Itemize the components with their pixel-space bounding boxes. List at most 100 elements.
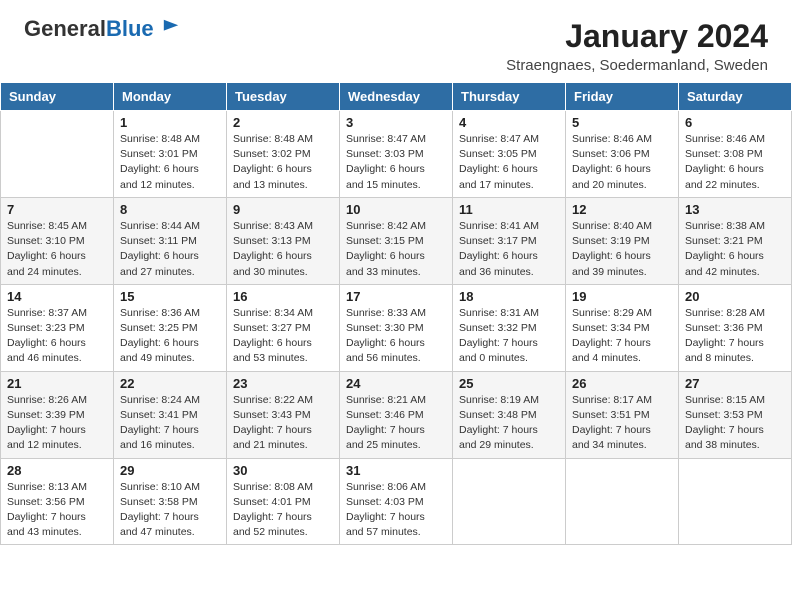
day-info: Sunrise: 8:41 AM Sunset: 3:17 PM Dayligh… bbox=[459, 219, 559, 280]
calendar-cell: 26 Sunrise: 8:17 AM Sunset: 3:51 PM Dayli… bbox=[566, 371, 679, 458]
day-info: Sunrise: 8:43 AM Sunset: 3:13 PM Dayligh… bbox=[233, 219, 333, 280]
day-info: Sunrise: 8:17 AM Sunset: 3:51 PM Dayligh… bbox=[572, 393, 672, 454]
calendar-cell: 15 Sunrise: 8:36 AM Sunset: 3:25 PM Dayli… bbox=[114, 284, 227, 371]
day-number: 12 bbox=[572, 202, 672, 217]
calendar-cell: 28 Sunrise: 8:13 AM Sunset: 3:56 PM Dayli… bbox=[1, 458, 114, 545]
calendar-cell: 23Sunrise: 8:22 AM Sunset: 3:43 PM Dayli… bbox=[227, 371, 340, 458]
calendar-cell: 6 Sunrise: 8:46 AM Sunset: 3:08 PM Daylig… bbox=[679, 111, 792, 198]
col-header-sunday: Sunday bbox=[1, 83, 114, 111]
day-number: 6 bbox=[685, 115, 785, 130]
calendar-cell: 18Sunrise: 8:31 AM Sunset: 3:32 PM Dayli… bbox=[453, 284, 566, 371]
week-row-2: 7 Sunrise: 8:45 AM Sunset: 3:10 PM Daylig… bbox=[1, 197, 792, 284]
day-number: 19 bbox=[572, 289, 672, 304]
day-info: Sunrise: 8:28 AM Sunset: 3:36 PM Dayligh… bbox=[685, 306, 785, 367]
day-info: Sunrise: 8:29 AM Sunset: 3:34 PM Dayligh… bbox=[572, 306, 672, 367]
calendar-header-row: SundayMondayTuesdayWednesdayThursdayFrid… bbox=[1, 83, 792, 111]
month-year-title: January 2024 bbox=[506, 18, 768, 55]
day-info: Sunrise: 8:38 AM Sunset: 3:21 PM Dayligh… bbox=[685, 219, 785, 280]
day-number: 16 bbox=[233, 289, 333, 304]
calendar-cell: 4Sunrise: 8:47 AM Sunset: 3:05 PM Daylig… bbox=[453, 111, 566, 198]
day-number: 29 bbox=[120, 463, 220, 478]
calendar-cell: 27Sunrise: 8:15 AM Sunset: 3:53 PM Dayli… bbox=[679, 371, 792, 458]
calendar-cell: 11 Sunrise: 8:41 AM Sunset: 3:17 PM Dayli… bbox=[453, 197, 566, 284]
day-info: Sunrise: 8:22 AM Sunset: 3:43 PM Dayligh… bbox=[233, 393, 333, 454]
day-number: 22 bbox=[120, 376, 220, 391]
calendar-cell: 19 Sunrise: 8:29 AM Sunset: 3:34 PM Dayli… bbox=[566, 284, 679, 371]
day-info: Sunrise: 8:19 AM Sunset: 3:48 PM Dayligh… bbox=[459, 393, 559, 454]
day-info: Sunrise: 8:08 AM Sunset: 4:01 PM Dayligh… bbox=[233, 480, 333, 541]
calendar-cell: 14 Sunrise: 8:37 AM Sunset: 3:23 PM Dayli… bbox=[1, 284, 114, 371]
day-info: Sunrise: 8:40 AM Sunset: 3:19 PM Dayligh… bbox=[572, 219, 672, 280]
calendar-cell: 5 Sunrise: 8:46 AM Sunset: 3:06 PM Daylig… bbox=[566, 111, 679, 198]
day-info: Sunrise: 8:48 AM Sunset: 3:01 PM Dayligh… bbox=[120, 132, 220, 193]
logo-flag-icon bbox=[162, 18, 180, 36]
location-subtitle: Straengnaes, Soedermanland, Sweden bbox=[506, 57, 768, 74]
calendar-cell: 8 Sunrise: 8:44 AM Sunset: 3:11 PM Daylig… bbox=[114, 197, 227, 284]
day-number: 8 bbox=[120, 202, 220, 217]
calendar-cell bbox=[679, 458, 792, 545]
week-row-1: 1 Sunrise: 8:48 AM Sunset: 3:01 PM Daylig… bbox=[1, 111, 792, 198]
day-number: 24 bbox=[346, 376, 446, 391]
day-info: Sunrise: 8:33 AM Sunset: 3:30 PM Dayligh… bbox=[346, 306, 446, 367]
day-info: Sunrise: 8:36 AM Sunset: 3:25 PM Dayligh… bbox=[120, 306, 220, 367]
day-number: 7 bbox=[7, 202, 107, 217]
calendar-table: SundayMondayTuesdayWednesdayThursdayFrid… bbox=[0, 82, 792, 545]
col-header-monday: Monday bbox=[114, 83, 227, 111]
calendar-cell: 13Sunrise: 8:38 AM Sunset: 3:21 PM Dayli… bbox=[679, 197, 792, 284]
calendar-cell: 1 Sunrise: 8:48 AM Sunset: 3:01 PM Daylig… bbox=[114, 111, 227, 198]
day-number: 1 bbox=[120, 115, 220, 130]
day-info: Sunrise: 8:46 AM Sunset: 3:08 PM Dayligh… bbox=[685, 132, 785, 193]
day-number: 21 bbox=[7, 376, 107, 391]
calendar-cell: 2 Sunrise: 8:48 AM Sunset: 3:02 PM Daylig… bbox=[227, 111, 340, 198]
calendar-cell bbox=[1, 111, 114, 198]
day-info: Sunrise: 8:48 AM Sunset: 3:02 PM Dayligh… bbox=[233, 132, 333, 193]
day-number: 11 bbox=[459, 202, 559, 217]
day-info: Sunrise: 8:10 AM Sunset: 3:58 PM Dayligh… bbox=[120, 480, 220, 541]
calendar-cell: 12 Sunrise: 8:40 AM Sunset: 3:19 PM Dayli… bbox=[566, 197, 679, 284]
calendar-cell: 7 Sunrise: 8:45 AM Sunset: 3:10 PM Daylig… bbox=[1, 197, 114, 284]
day-info: Sunrise: 8:24 AM Sunset: 3:41 PM Dayligh… bbox=[120, 393, 220, 454]
calendar-cell: 10 Sunrise: 8:42 AM Sunset: 3:15 PM Dayli… bbox=[340, 197, 453, 284]
col-header-tuesday: Tuesday bbox=[227, 83, 340, 111]
logo-blue: Blue bbox=[106, 16, 154, 41]
day-info: Sunrise: 8:15 AM Sunset: 3:53 PM Dayligh… bbox=[685, 393, 785, 454]
day-number: 30 bbox=[233, 463, 333, 478]
day-info: Sunrise: 8:37 AM Sunset: 3:23 PM Dayligh… bbox=[7, 306, 107, 367]
day-number: 5 bbox=[572, 115, 672, 130]
calendar-cell: 20 Sunrise: 8:28 AM Sunset: 3:36 PM Dayli… bbox=[679, 284, 792, 371]
day-number: 3 bbox=[346, 115, 446, 130]
day-info: Sunrise: 8:31 AM Sunset: 3:32 PM Dayligh… bbox=[459, 306, 559, 367]
day-number: 25 bbox=[459, 376, 559, 391]
calendar-cell bbox=[566, 458, 679, 545]
day-number: 15 bbox=[120, 289, 220, 304]
calendar-cell: 29 Sunrise: 8:10 AM Sunset: 3:58 PM Dayli… bbox=[114, 458, 227, 545]
day-number: 17 bbox=[346, 289, 446, 304]
day-number: 26 bbox=[572, 376, 672, 391]
day-info: Sunrise: 8:26 AM Sunset: 3:39 PM Dayligh… bbox=[7, 393, 107, 454]
col-header-wednesday: Wednesday bbox=[340, 83, 453, 111]
calendar-cell: 9Sunrise: 8:43 AM Sunset: 3:13 PM Daylig… bbox=[227, 197, 340, 284]
day-info: Sunrise: 8:42 AM Sunset: 3:15 PM Dayligh… bbox=[346, 219, 446, 280]
day-number: 10 bbox=[346, 202, 446, 217]
day-info: Sunrise: 8:47 AM Sunset: 3:05 PM Dayligh… bbox=[459, 132, 559, 193]
col-header-thursday: Thursday bbox=[453, 83, 566, 111]
day-number: 14 bbox=[7, 289, 107, 304]
col-header-saturday: Saturday bbox=[679, 83, 792, 111]
day-info: Sunrise: 8:46 AM Sunset: 3:06 PM Dayligh… bbox=[572, 132, 672, 193]
day-number: 31 bbox=[346, 463, 446, 478]
week-row-3: 14 Sunrise: 8:37 AM Sunset: 3:23 PM Dayli… bbox=[1, 284, 792, 371]
day-info: Sunrise: 8:13 AM Sunset: 3:56 PM Dayligh… bbox=[7, 480, 107, 541]
day-info: Sunrise: 8:44 AM Sunset: 3:11 PM Dayligh… bbox=[120, 219, 220, 280]
logo-general: General bbox=[24, 16, 106, 41]
calendar-cell: 31Sunrise: 8:06 AM Sunset: 4:03 PM Dayli… bbox=[340, 458, 453, 545]
calendar-cell: 17 Sunrise: 8:33 AM Sunset: 3:30 PM Dayli… bbox=[340, 284, 453, 371]
day-info: Sunrise: 8:45 AM Sunset: 3:10 PM Dayligh… bbox=[7, 219, 107, 280]
day-number: 28 bbox=[7, 463, 107, 478]
logo: GeneralBlue bbox=[24, 18, 180, 40]
day-info: Sunrise: 8:34 AM Sunset: 3:27 PM Dayligh… bbox=[233, 306, 333, 367]
day-number: 20 bbox=[685, 289, 785, 304]
page-header: GeneralBlue January 2024 Straengnaes, So… bbox=[0, 0, 792, 82]
day-number: 2 bbox=[233, 115, 333, 130]
calendar-cell: 3Sunrise: 8:47 AM Sunset: 3:03 PM Daylig… bbox=[340, 111, 453, 198]
title-block: January 2024 Straengnaes, Soedermanland,… bbox=[506, 18, 768, 74]
